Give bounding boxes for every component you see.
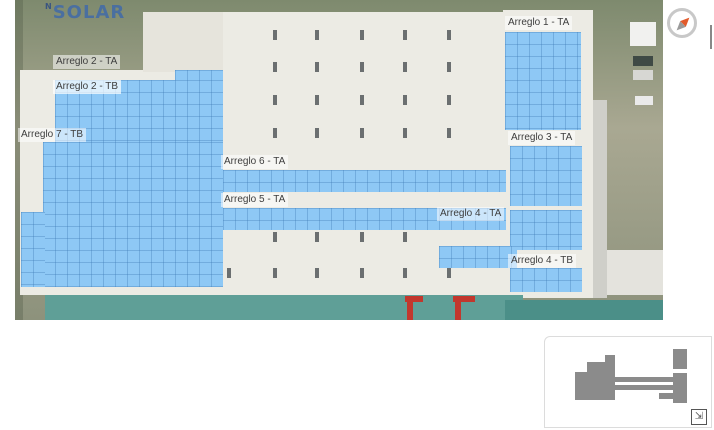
minimap-strip — [615, 377, 673, 382]
skylight — [447, 30, 451, 40]
skylight — [315, 30, 319, 40]
annex-left-roof — [143, 12, 223, 72]
minimap-roof-shape — [575, 372, 589, 400]
skylight — [447, 128, 451, 138]
minimap-roof-shape — [587, 362, 605, 400]
minimap[interactable]: ⇲ — [544, 336, 712, 428]
array-label-3-ta: Arreglo 3 - TA — [508, 131, 576, 145]
skylight — [315, 62, 319, 72]
pv-array-3-ta[interactable] — [510, 146, 582, 206]
skylight — [360, 62, 364, 72]
skylight — [273, 62, 277, 72]
array-label-2-ta: Arreglo 2 - TA — [53, 55, 121, 69]
skylight — [447, 62, 451, 72]
skylight — [360, 95, 364, 105]
car — [633, 70, 653, 80]
array-label-4-ta: Arreglo 4 - TA — [437, 207, 505, 221]
red-marking — [455, 296, 461, 320]
skylight — [403, 95, 407, 105]
skylight — [273, 268, 277, 278]
skylight — [315, 128, 319, 138]
skylight — [403, 232, 407, 242]
car — [633, 56, 653, 66]
array-label-2-tb: Arreglo 2 - TB — [53, 80, 122, 94]
skylight — [273, 128, 277, 138]
skylight — [403, 128, 407, 138]
expand-icon[interactable]: ⇲ — [691, 409, 707, 425]
pv-array-4-ta-lower[interactable] — [439, 246, 517, 268]
nsolar-logo: NSOLAR — [45, 2, 125, 23]
pv-array-4-tb[interactable] — [510, 268, 582, 292]
compass-icon[interactable] — [667, 8, 697, 38]
skylight — [273, 232, 277, 242]
skylight — [273, 95, 277, 105]
array-label-6-ta: Arreglo 6 - TA — [221, 155, 289, 169]
pv-array-4-ta[interactable] — [510, 210, 582, 250]
skylight — [227, 268, 231, 278]
skylight — [315, 268, 319, 278]
minimap-block — [673, 349, 687, 369]
right-roof-edge — [593, 100, 607, 298]
minimap-strip — [615, 385, 673, 390]
skylight — [360, 30, 364, 40]
pv-array-7-tb[interactable] — [43, 142, 223, 287]
annex-roof — [607, 250, 663, 295]
minimap-roof-shape — [605, 355, 615, 400]
pv-array-6-ta[interactable] — [223, 170, 506, 192]
skylight — [315, 232, 319, 242]
minimap-block — [659, 393, 673, 399]
logo-text: SOLAR — [52, 2, 126, 23]
skylight — [360, 128, 364, 138]
skylight — [403, 268, 407, 278]
skylight — [447, 95, 451, 105]
car — [635, 96, 653, 105]
logo-prefix: N — [45, 2, 53, 11]
array-label-5-ta: Arreglo 5 - TA — [221, 193, 289, 207]
skylight — [403, 30, 407, 40]
minimap-block — [673, 373, 687, 403]
white-vehicle — [630, 22, 656, 46]
aerial-view[interactable]: NSOLAR Arreglo 1 - TA Arreglo 2 - TA Arr… — [15, 0, 663, 320]
red-marking — [407, 296, 413, 320]
pv-array-7-tb-left[interactable] — [21, 212, 45, 287]
array-label-1-ta: Arreglo 1 - TA — [505, 16, 573, 30]
pv-array-1-ta[interactable] — [505, 32, 581, 130]
skylight — [403, 62, 407, 72]
skylight — [360, 268, 364, 278]
skylight — [447, 268, 451, 278]
scroll-indicator[interactable] — [710, 25, 712, 49]
skylight — [273, 30, 277, 40]
building-facade — [45, 295, 523, 320]
building-facade-right — [505, 300, 663, 320]
array-label-4-tb: Arreglo 4 - TB — [508, 254, 577, 268]
array-label-7-tb: Arreglo 7 - TB — [18, 128, 87, 142]
skylight — [315, 95, 319, 105]
skylight — [360, 232, 364, 242]
